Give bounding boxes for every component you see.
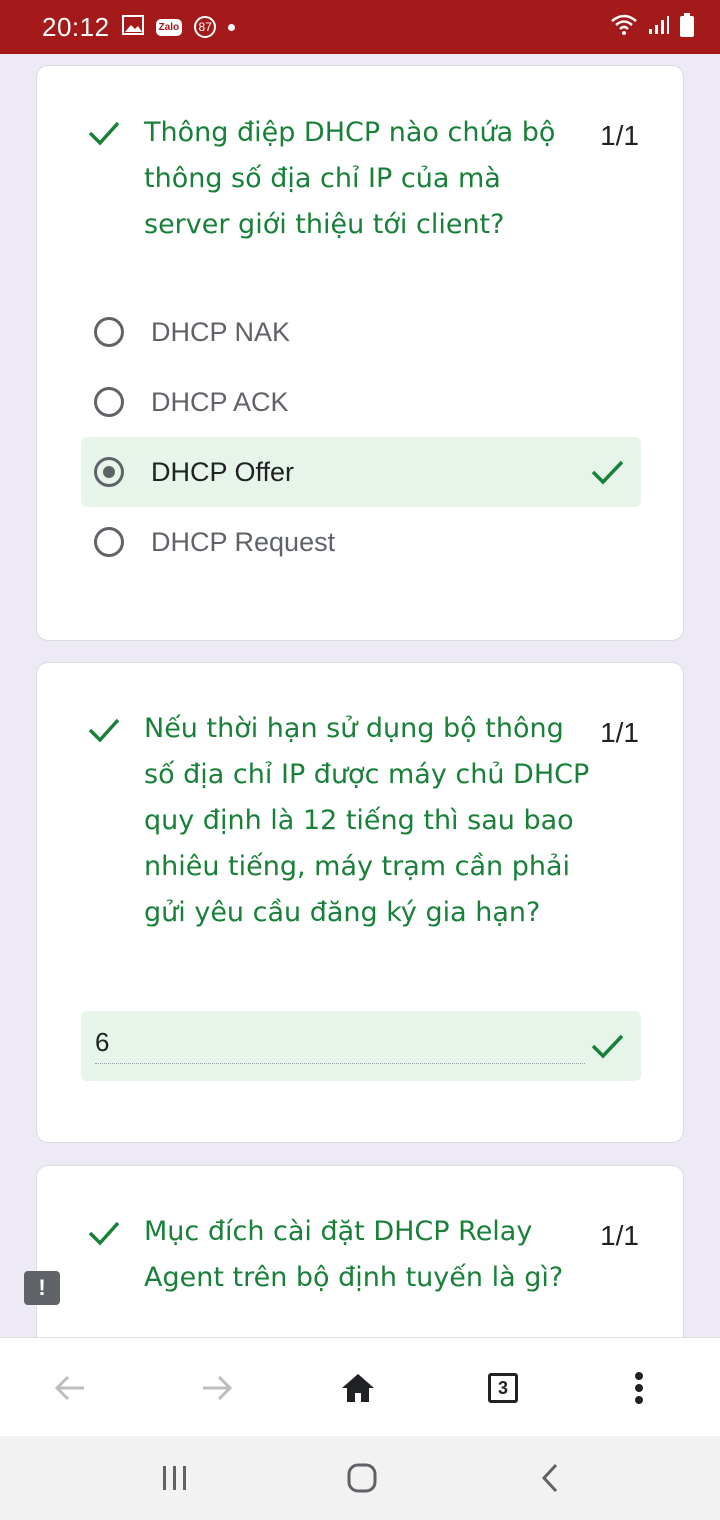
option-dhcp-request[interactable]: DHCP Request	[81, 507, 641, 577]
correct-check-icon	[87, 713, 121, 747]
question-card-1: Thông điệp DHCP nào chứa bộ thông số địa…	[36, 65, 684, 641]
question-score: 1/1	[600, 120, 639, 151]
question-card-2: Nếu thời hạn sử dụng bộ thông số địa chỉ…	[36, 662, 684, 1143]
answer-value: 6	[95, 1027, 110, 1057]
question-card-3: Mục đích cài đặt DHCP Relay Agent trên b…	[36, 1165, 684, 1365]
radio-button[interactable]	[94, 527, 124, 557]
short-answer-field[interactable]: 6	[81, 1011, 641, 1081]
correct-check-icon	[589, 454, 625, 490]
back-arrow-icon[interactable]	[48, 1366, 92, 1410]
back-nav-icon[interactable]	[530, 1458, 570, 1498]
notification-count-badge: 87	[194, 16, 217, 38]
forward-arrow-icon[interactable]	[195, 1366, 239, 1410]
recent-apps-icon[interactable]	[155, 1458, 195, 1498]
option-label: DHCP Offer	[151, 456, 295, 487]
status-bar: 20:12 Zalo 87	[0, 0, 720, 54]
question-score: 1/1	[600, 1220, 639, 1251]
tab-count: 3	[488, 1373, 518, 1403]
option-dhcp-ack[interactable]: DHCP ACK	[81, 367, 641, 437]
browser-toolbar: 3	[0, 1337, 720, 1436]
question-text: Mục đích cài đặt DHCP Relay Agent trên b…	[144, 1216, 564, 1293]
radio-button[interactable]	[94, 387, 124, 417]
question-score: 1/1	[600, 717, 639, 748]
home-icon[interactable]	[336, 1366, 380, 1410]
wifi-icon	[610, 14, 638, 41]
answer-underline	[95, 1063, 585, 1064]
status-time: 20:12	[42, 11, 110, 42]
option-label: DHCP NAK	[151, 316, 291, 347]
radio-button[interactable]	[94, 317, 124, 347]
correct-check-icon	[87, 1216, 121, 1250]
battery-icon	[680, 12, 694, 42]
correct-check-icon	[87, 116, 121, 150]
option-dhcp-offer[interactable]: DHCP Offer	[81, 437, 641, 507]
system-nav-bar	[0, 1436, 720, 1520]
option-label: DHCP ACK	[151, 386, 289, 417]
option-label: DHCP Request	[151, 526, 336, 557]
correct-check-icon	[589, 1028, 625, 1064]
more-menu-icon[interactable]	[617, 1366, 661, 1410]
question-text: Nếu thời hạn sử dụng bộ thông số địa chỉ…	[144, 713, 590, 928]
tabs-button[interactable]: 3	[481, 1366, 525, 1410]
more-notifications-dot	[228, 23, 236, 31]
report-feedback-button[interactable]: !	[24, 1271, 60, 1305]
zalo-icon: Zalo	[155, 18, 183, 36]
home-nav-icon[interactable]	[342, 1458, 382, 1498]
option-dhcp-nak[interactable]: DHCP NAK	[81, 297, 641, 367]
question-text: Thông điệp DHCP nào chứa bộ thông số địa…	[144, 117, 556, 240]
gallery-icon	[121, 14, 144, 40]
signal-icon	[648, 15, 670, 40]
radio-button-selected[interactable]	[94, 457, 124, 487]
